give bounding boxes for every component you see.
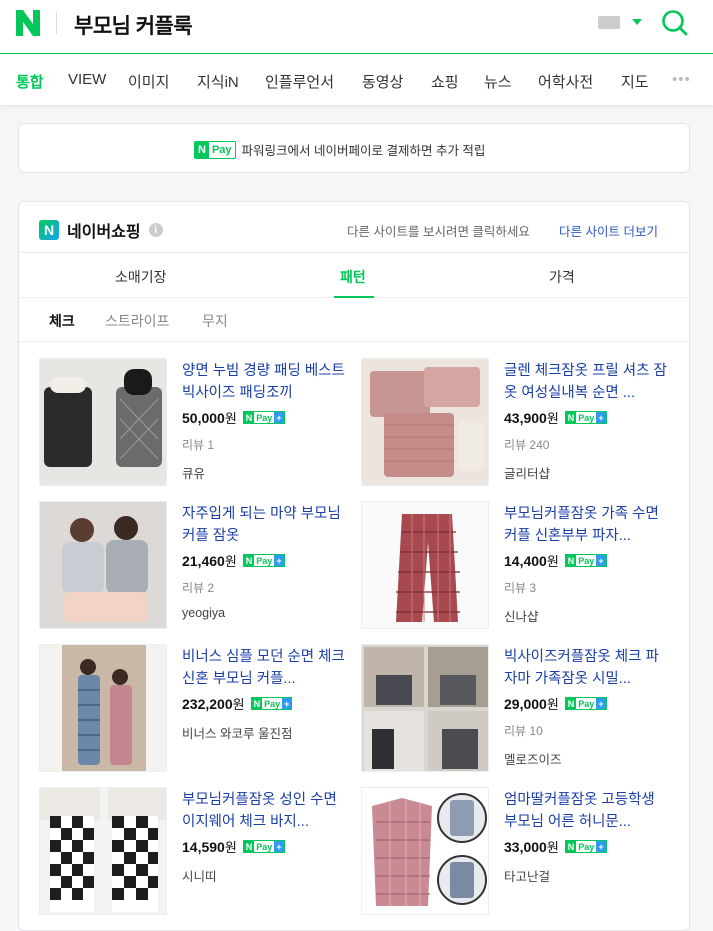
product-title[interactable]: 빅사이즈커플잠옷 체크 파자마 가족잠옷 시밀... (504, 646, 672, 690)
product-title[interactable]: 양면 누빔 경량 패딩 베스트 빅사이즈 패딩조끼 (182, 360, 350, 404)
naver-logo-icon[interactable] (16, 10, 40, 36)
shopping-title: 네이버쇼핑 (67, 224, 141, 241)
npay-plus-icon: N Pay + (564, 697, 607, 710)
npay-banner-text: 파워링크에서 네이버페이로 결제하면 추가 적립 (241, 144, 486, 158)
product-seller[interactable]: 시니띠 (182, 866, 350, 885)
search-tabs: 통합 VIEW 이미지 지식iN 인플루언서 동영상 쇼핑 뉴스 어학사전 지도… (0, 55, 713, 105)
product-review[interactable]: 리뷰 10 (504, 722, 672, 739)
product-image[interactable] (361, 501, 489, 629)
product-seller[interactable]: 신나샵 (504, 606, 672, 625)
other-site-link[interactable]: 다른 사이트 더보기 (559, 221, 658, 240)
sort-tabs: 소매기장 패턴 가격 (19, 252, 689, 298)
naver-shopping-panel: N 네이버쇼핑 i 다른 사이트를 보시려면 클릭하세요 다른 사이트 더보기 … (18, 201, 690, 931)
npay-banner[interactable]: N Pay 파워링크에서 네이버페이로 결제하면 추가 적립 (18, 123, 690, 173)
product-item[interactable]: 엄마딸커플잠옷 고등학생 부모님 어른 허니문... 33,000원 N Pay +… (361, 787, 681, 917)
tab-view[interactable]: VIEW (68, 71, 106, 88)
tab-integrated[interactable]: 통합 (16, 71, 44, 92)
product-price: 232,200원 (182, 696, 245, 712)
product-image[interactable] (39, 358, 167, 486)
product-item[interactable]: 비너스 심플 모던 순면 체크 신혼 부모님 커플... 232,200원 NP… (39, 644, 359, 774)
other-site-message: 다른 사이트를 보시려면 클릭하세요 (347, 225, 530, 239)
product-image[interactable] (361, 358, 489, 486)
filter-stripe[interactable]: 스트라이프 (105, 311, 169, 331)
filter-plain[interactable]: 무지 (202, 311, 228, 331)
tab-map[interactable]: 지도 (621, 71, 649, 92)
product-title[interactable]: 자주입게 되는 마약 부모님 커플 잠옷 (182, 503, 350, 547)
header-divider (56, 12, 57, 34)
product-image[interactable] (39, 501, 167, 629)
sort-price[interactable]: 가격 (549, 267, 575, 287)
product-seller[interactable]: 큐유 (182, 463, 350, 482)
product-seller[interactable]: 비너스 와코루 울진점 (182, 723, 350, 742)
tab-dictionary[interactable]: 어학사전 (538, 71, 593, 92)
product-price: 43,900원 (504, 410, 559, 426)
search-icon[interactable] (660, 8, 690, 38)
product-price: 21,460원 (182, 553, 237, 569)
product-title[interactable]: 글렌 체크잠옷 프릴 셔츠 잠옷 여성실내복 순면 ... (504, 360, 672, 404)
product-seller[interactable]: yeogiya (182, 606, 350, 620)
pattern-filters: 체크 스트라이프 무지 (19, 298, 689, 342)
product-title[interactable]: 엄마딸커플잠옷 고등학생 부모님 어른 허니문... (504, 789, 672, 833)
product-item[interactable]: 부모님커플잠옷 성인 수면 이지웨어 체크 바지... 14,590원 N Pay… (39, 787, 359, 917)
product-title[interactable]: 부모님커플잠옷 가족 수면 커플 신혼부부 파자... (504, 503, 672, 547)
info-icon[interactable]: i (148, 223, 163, 237)
chevron-down-icon[interactable] (632, 19, 642, 25)
product-review[interactable]: 리뷰 240 (504, 436, 672, 453)
product-item[interactable]: 글렌 체크잠옷 프릴 셔츠 잠옷 여성실내복 순면 ... 43,900원 NP… (361, 358, 681, 488)
product-price: 14,590원 (182, 839, 237, 855)
sort-sleeve[interactable]: 소매기장 (115, 267, 167, 287)
product-seller[interactable]: 글리터샵 (504, 463, 672, 482)
product-title[interactable]: 비너스 심플 모던 순면 체크 신혼 부모님 커플... (182, 646, 350, 690)
search-query[interactable]: 부모님 커플룩 (74, 10, 193, 40)
npay-plus-icon: N Pay + (564, 411, 607, 424)
tab-knowledge-in[interactable]: 지식iN (197, 71, 239, 92)
product-review[interactable]: 리뷰 2 (182, 579, 350, 596)
sort-pattern[interactable]: 패턴 (340, 267, 366, 287)
product-item[interactable]: 빅사이즈커플잠옷 체크 파자마 가족잠옷 시밀... 29,000원 N Pay +… (361, 644, 681, 774)
npay-icon: N Pay (194, 140, 236, 159)
product-title[interactable]: 부모님커플잠옷 성인 수면 이지웨어 체크 바지... (182, 789, 350, 833)
tab-images[interactable]: 이미지 (128, 71, 169, 92)
product-review[interactable]: 리뷰 3 (504, 579, 672, 596)
product-price: 14,400원 (504, 553, 559, 569)
tab-video[interactable]: 동영상 (362, 71, 403, 92)
product-image[interactable] (361, 644, 489, 772)
product-item[interactable]: 양면 누빔 경량 패딩 베스트 빅사이즈 패딩조끼 50,000원 N Pay + … (39, 358, 359, 488)
filter-check[interactable]: 체크 (49, 311, 75, 331)
npay-plus-icon: N Pay + (564, 554, 607, 567)
tab-news[interactable]: 뉴스 (484, 71, 512, 92)
product-seller[interactable]: 타고난걸 (504, 866, 672, 885)
product-review[interactable]: 리뷰 1 (182, 436, 350, 453)
product-price: 29,000원 (504, 696, 559, 712)
npay-plus-icon: N Pay + (250, 697, 293, 710)
product-price: 50,000원 (182, 410, 237, 426)
npay-plus-icon: N Pay + (564, 840, 607, 853)
keyboard-icon[interactable] (598, 16, 620, 29)
product-seller[interactable]: 멜로즈이즈 (504, 749, 672, 768)
npay-plus-icon: N Pay + (242, 554, 285, 567)
npay-plus-icon: N Pay + (242, 411, 285, 424)
product-item[interactable]: 자주입게 되는 마약 부모님 커플 잠옷 21,460원 N Pay + 리뷰 2 … (39, 501, 359, 631)
product-price: 33,000원 (504, 839, 559, 855)
npay-plus-icon: N Pay + (242, 840, 285, 853)
product-item[interactable]: 부모님커플잠옷 가족 수면 커플 신혼부부 파자... 14,400원 N Pay… (361, 501, 681, 631)
product-image[interactable] (361, 787, 489, 915)
more-icon[interactable]: ••• (672, 71, 691, 88)
product-image[interactable] (39, 644, 167, 772)
tab-influencer[interactable]: 인플루언서 (265, 71, 334, 92)
tab-shopping[interactable]: 쇼핑 (431, 71, 459, 92)
naver-shopping-logo-icon: N (39, 220, 59, 240)
product-image[interactable] (39, 787, 167, 915)
header: 부모님 커플룩 (0, 0, 713, 54)
